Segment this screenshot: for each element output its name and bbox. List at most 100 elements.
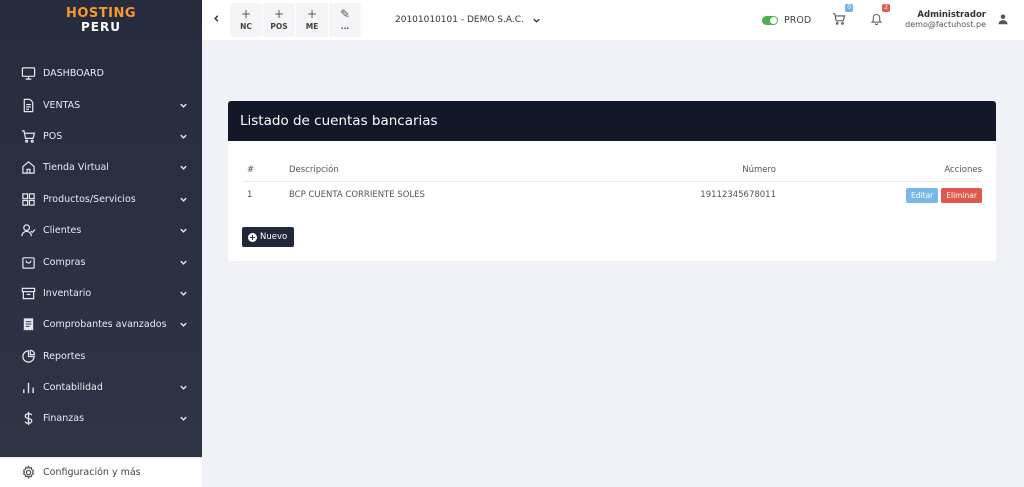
plus-icon: + [273, 7, 285, 21]
dollar-icon [20, 411, 36, 427]
quick-action-label: ME [305, 22, 319, 31]
header-right: PROD 0 2 Administrador demo@factuhost.pe [762, 0, 1024, 40]
grid-icon [20, 191, 36, 207]
cart-button[interactable]: 0 [831, 4, 854, 29]
sidebar: HOSTING PERU DASHBOARD VENTAS POS Tienda… [0, 0, 202, 487]
environment-toggle[interactable] [762, 15, 779, 25]
column-header-account-number: Número [742, 164, 776, 175]
row-account-number: 19112345678011 [700, 190, 776, 200]
chevron-down-icon [178, 194, 188, 204]
avatar[interactable] [994, 11, 1012, 29]
sidebar-item-comprobantes-avanzados[interactable]: Comprobantes avanzados [0, 309, 202, 340]
chevron-down-icon [178, 257, 188, 267]
table-row: 1 BCP CUENTA CORRIENTE SOLES 19112345678… [242, 182, 982, 208]
sidebar-item-label: Contabilidad [43, 382, 103, 394]
sidebar-item-ventas[interactable]: VENTAS [0, 89, 202, 120]
sidebar-item-label: POS [43, 130, 63, 142]
card-title: Listado de cuentas bancarias [228, 101, 996, 141]
cart-icon [20, 128, 36, 144]
chevron-down-icon [178, 383, 188, 393]
sidebar-item-label: Reportes [43, 350, 86, 362]
quick-action-label: NC [240, 22, 252, 31]
user-info[interactable]: Administrador demo@factuhost.pe [905, 9, 986, 30]
bank-accounts-card: Listado de cuentas bancarias # Descripci… [228, 101, 996, 261]
column-header-actions: Acciones [944, 164, 982, 175]
pencil-icon: ✎ [339, 7, 351, 21]
sidebar-item-inventario[interactable]: Inventario [0, 278, 202, 309]
sidebar-item-label: Productos/Servicios [43, 193, 136, 205]
bar-chart-icon [20, 380, 36, 396]
chevron-down-icon [178, 414, 188, 424]
logo[interactable]: HOSTING PERU [0, 0, 202, 40]
sidebar-item-label: Inventario [43, 287, 92, 299]
sidebar-item-configuracion[interactable]: Configuración y más [0, 457, 202, 487]
user-name: Administrador [917, 9, 986, 20]
sidebar-item-contabilidad[interactable]: Contabilidad [0, 372, 202, 403]
user-check-icon [20, 223, 36, 239]
sidebar-item-clientes[interactable]: Clientes [0, 215, 202, 246]
sidebar-item-label: Tienda Virtual [43, 162, 109, 174]
sidebar-item-label: Compras [43, 256, 86, 268]
chevron-down-icon [532, 16, 541, 25]
sidebar-item-label: Finanzas [43, 413, 85, 425]
new-account-button[interactable]: + Nuevo [242, 227, 295, 247]
row-description: BCP CUENTA CORRIENTE SOLES [289, 190, 425, 200]
quick-action-label: ... [340, 22, 350, 31]
company-selector[interactable]: 20101010101 - DEMO S.A.C. [395, 15, 541, 25]
sidebar-item-pos[interactable]: POS [0, 121, 202, 152]
edit-button[interactable]: Editar [906, 187, 939, 203]
sidebar-item-label: VENTAS [43, 99, 81, 111]
row-index: 1 [247, 190, 253, 200]
quick-pos-button[interactable]: + POS [263, 3, 295, 37]
sidebar-nav: DASHBOARD VENTAS POS Tienda Virtual Prod… [0, 58, 202, 435]
column-header-description: Descripción [289, 164, 339, 175]
plus-circle-icon: + [248, 232, 257, 242]
plus-icon: + [240, 7, 252, 21]
user-email: demo@factuhost.pe [905, 20, 986, 30]
sidebar-item-dashboard[interactable]: DASHBOARD [0, 58, 202, 89]
sidebar-item-label: Clientes [43, 225, 82, 237]
sidebar-item-tienda-virtual[interactable]: Tienda Virtual [0, 152, 202, 183]
top-header: + NC + POS + ME ✎ ... 20101010101 - DEMO… [202, 0, 1024, 40]
cart-icon [832, 12, 846, 29]
bank-accounts-table: # Descripción Número Acciones 1 BCP CUEN… [242, 158, 982, 208]
monitor-icon [20, 66, 36, 82]
document-icon [20, 97, 36, 113]
sidebar-item-finanzas[interactable]: Finanzas [0, 403, 202, 434]
cart-badge: 0 [845, 4, 854, 12]
collapse-sidebar-button[interactable] [202, 0, 230, 40]
chevron-down-icon [178, 288, 188, 298]
sidebar-footer-label: Configuración y más [43, 467, 141, 478]
sidebar-item-label: DASHBOARD [43, 68, 104, 80]
notifications-button[interactable]: 2 [868, 4, 891, 28]
chevron-down-icon [178, 226, 188, 236]
environment-label: PROD [784, 14, 812, 26]
chevron-down-icon [178, 163, 188, 173]
bag-icon [20, 254, 36, 270]
quick-more-button[interactable]: ✎ ... [329, 3, 361, 37]
gear-icon [20, 465, 36, 481]
sidebar-item-label: Comprobantes avanzados [43, 319, 167, 331]
archive-icon [20, 285, 36, 301]
chevron-left-icon [212, 14, 221, 26]
new-button-label: Nuevo [260, 232, 288, 242]
sidebar-item-productos-servicios[interactable]: Productos/Servicios [0, 184, 202, 215]
notifications-badge: 2 [882, 4, 891, 12]
column-header-number: # [247, 164, 255, 175]
page-title: Listado de cuentas bancarias [240, 113, 438, 129]
sidebar-item-compras[interactable]: Compras [0, 246, 202, 277]
company-name: 20101010101 - DEMO S.A.C. [395, 15, 524, 25]
table-header: # Descripción Número Acciones [242, 158, 982, 182]
sidebar-item-reportes[interactable]: Reportes [0, 341, 202, 372]
chevron-down-icon [178, 131, 188, 141]
quick-me-button[interactable]: + ME [296, 3, 328, 37]
pie-chart-icon [20, 348, 36, 364]
receipt-icon [20, 317, 36, 333]
quick-nc-button[interactable]: + NC [230, 3, 262, 37]
chevron-down-icon [178, 100, 188, 110]
user-icon [997, 13, 1009, 28]
bell-icon [870, 12, 883, 28]
chevron-down-icon [178, 320, 188, 330]
delete-button[interactable]: Eliminar [941, 187, 982, 203]
logo-line1: HOSTING [65, 6, 137, 21]
